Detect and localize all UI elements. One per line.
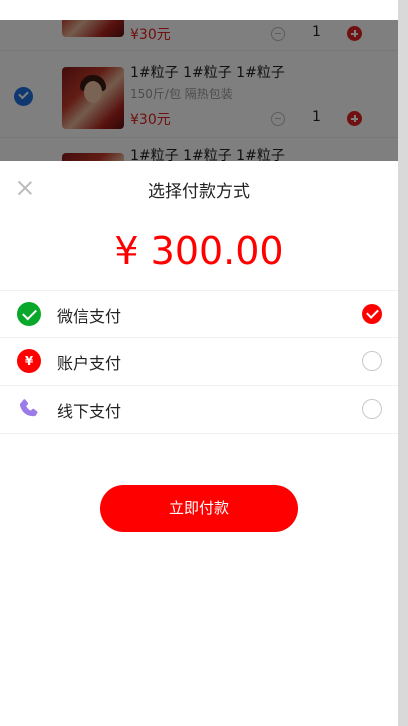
modal-backdrop[interactable] xyxy=(0,20,398,161)
payment-amount: ¥ 300.00 xyxy=(114,229,284,273)
radio-selected-icon[interactable] xyxy=(362,304,382,324)
payment-method-sheet: 选择付款方式 ¥ 300.00 微信支付 ¥ 账户支付 线下支付 立即付款 xyxy=(0,161,398,726)
payment-option-label: 线下支付 xyxy=(57,402,122,421)
phone-icon xyxy=(17,397,41,421)
status-area xyxy=(0,0,398,20)
radio-unselected-icon[interactable] xyxy=(362,399,382,419)
yuan-icon: ¥ xyxy=(17,349,41,373)
wechat-pay-icon xyxy=(17,302,41,326)
sheet-title: 选择付款方式 xyxy=(148,182,250,202)
payment-option-label: 账户支付 xyxy=(57,354,122,373)
payment-option-offline[interactable]: 线下支付 xyxy=(0,385,398,434)
payment-option-label: 微信支付 xyxy=(57,307,122,326)
scrollbar-track xyxy=(398,0,408,726)
app-screen: ¥30元 1 1#粒子 1#粒子 1#粒子 150斤/包 隔热包装 ¥30元 1… xyxy=(0,0,398,726)
radio-unselected-icon[interactable] xyxy=(362,351,382,371)
pay-now-button[interactable]: 立即付款 xyxy=(100,485,298,532)
payment-option-account[interactable]: ¥ 账户支付 xyxy=(0,337,398,385)
payment-option-wechat[interactable]: 微信支付 xyxy=(0,290,398,338)
